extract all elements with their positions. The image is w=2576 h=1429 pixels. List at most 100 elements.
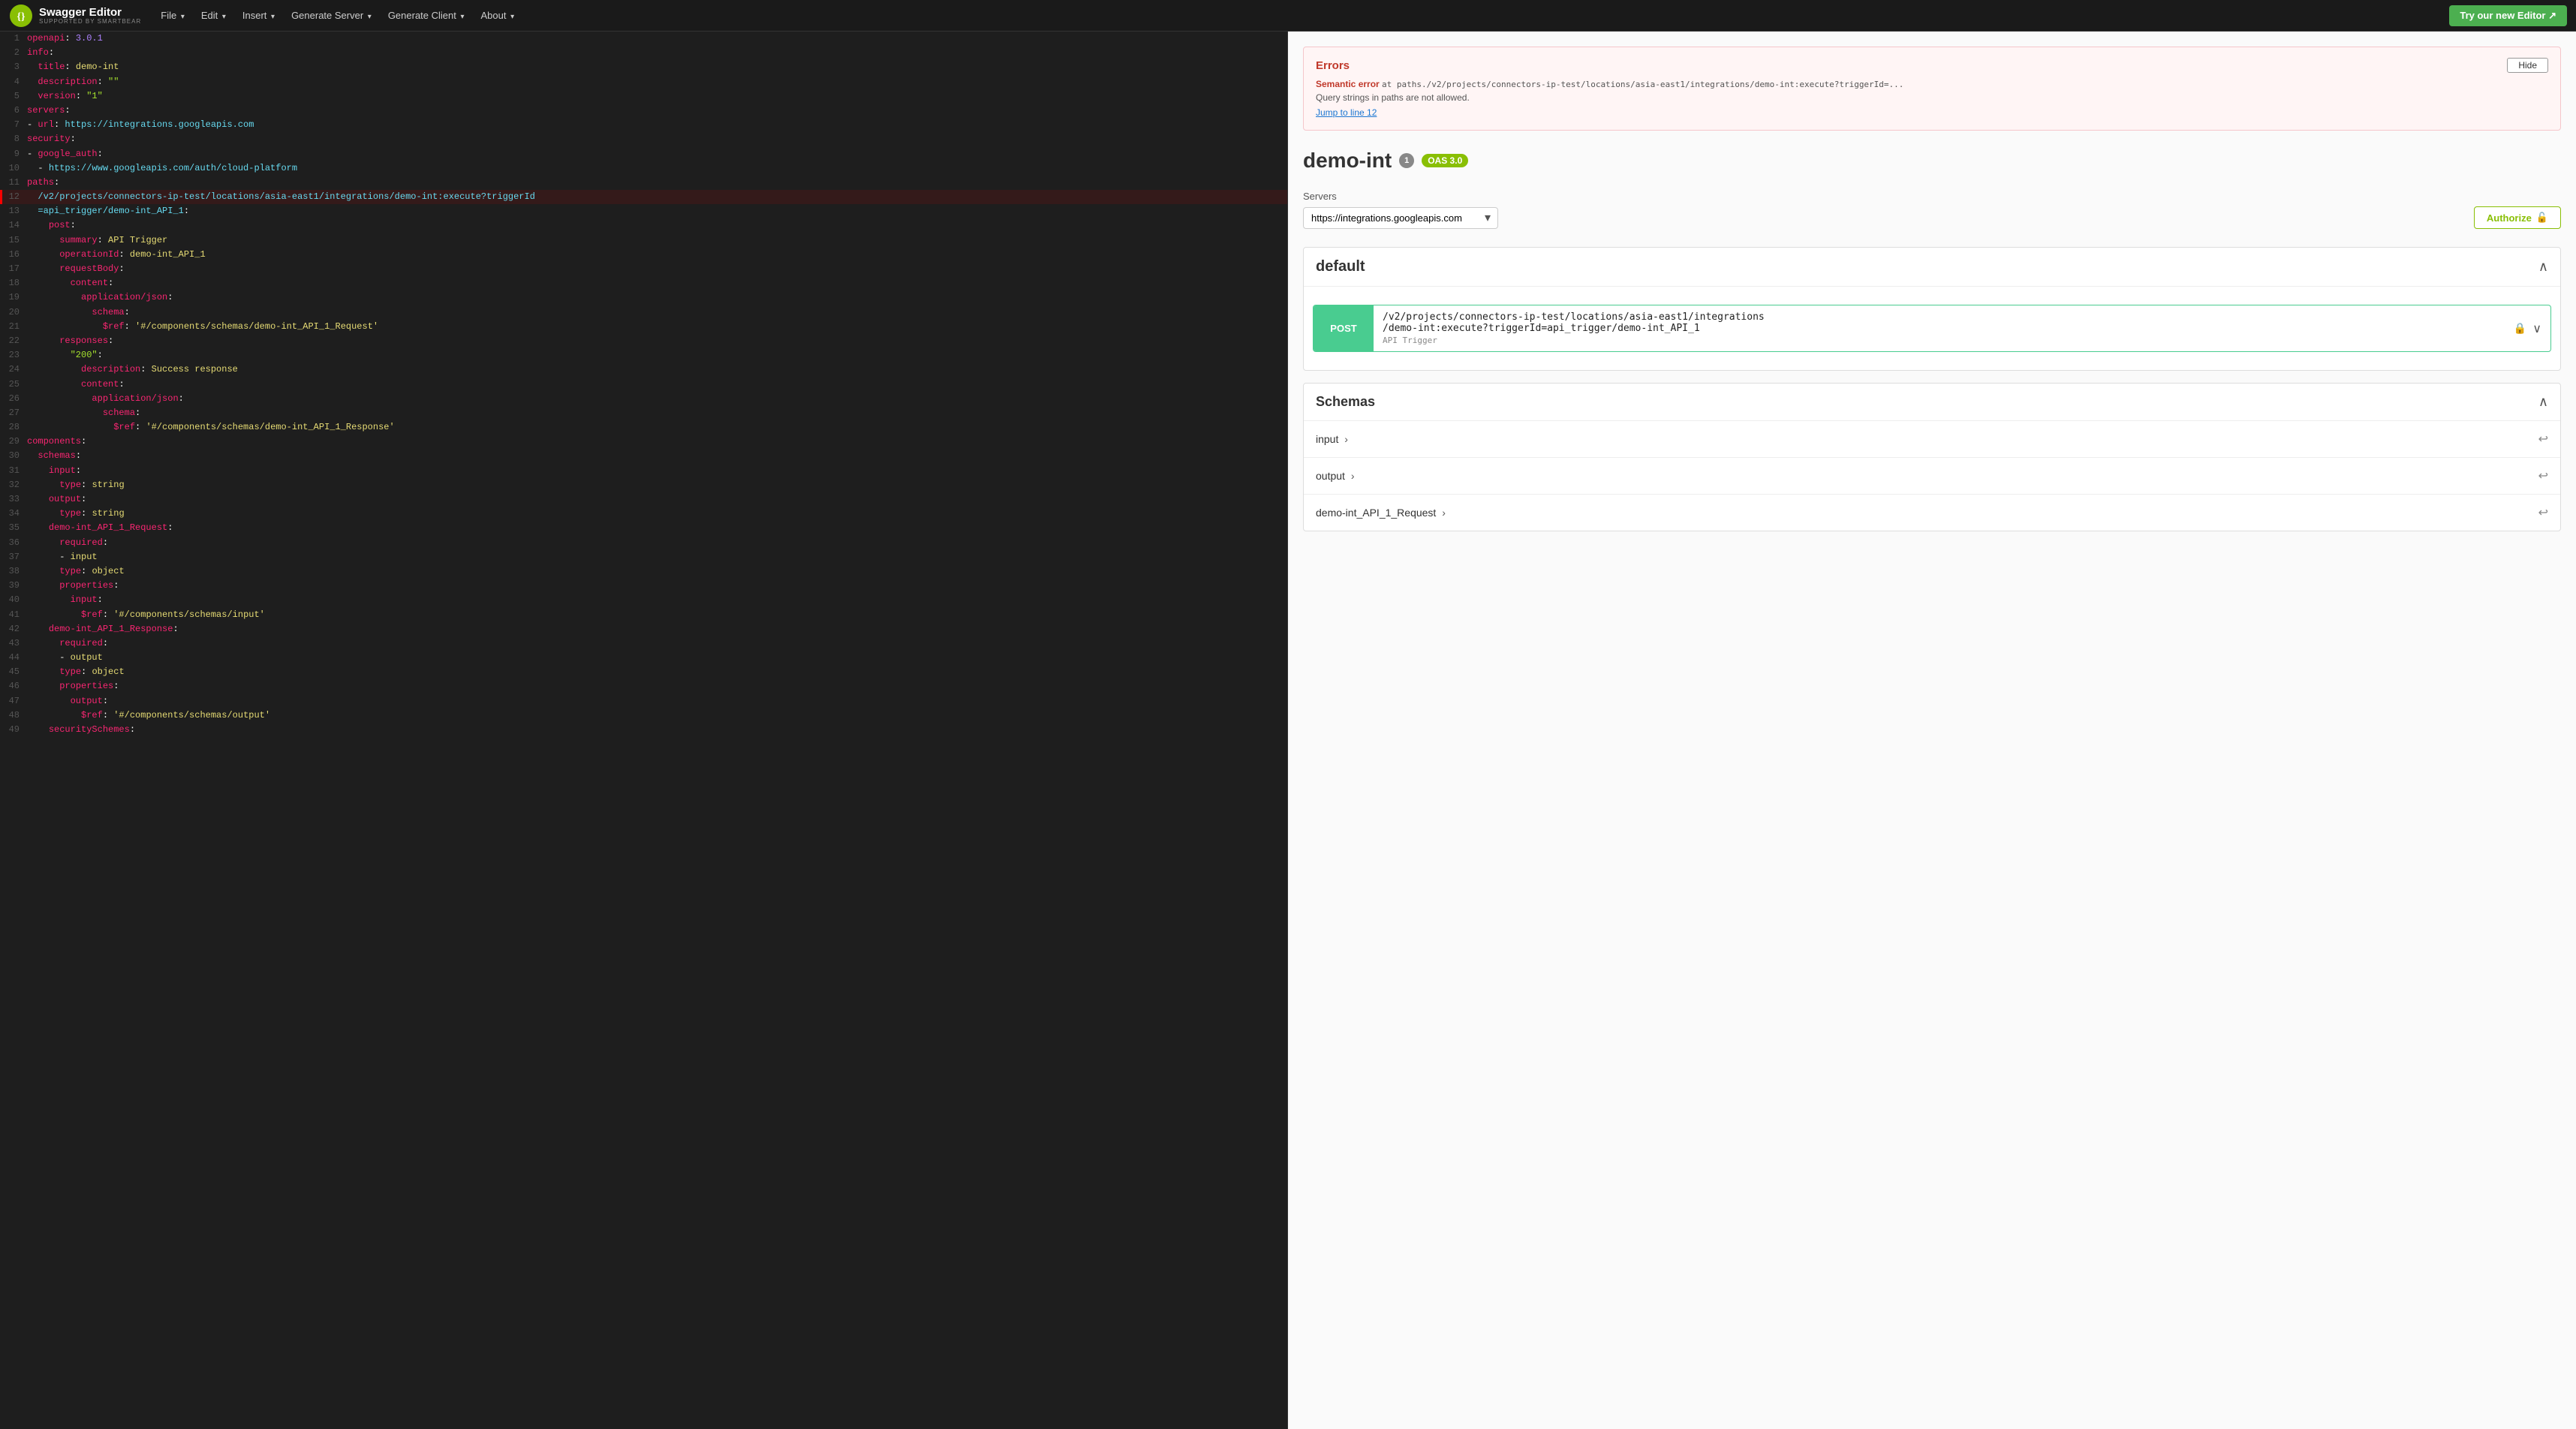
authorize-button[interactable]: Authorize 🔓 xyxy=(2474,206,2561,229)
endpoint-path: /v2/projects/connectors-ip-test/location… xyxy=(1374,305,2505,351)
schema-return-icon-3: ↩ xyxy=(2538,505,2548,520)
editor-line: 25 content: xyxy=(0,378,1287,392)
schema-item-request[interactable]: demo-int_API_1_Request › ↩ xyxy=(1304,495,2560,531)
schemas-header[interactable]: Schemas ∧ xyxy=(1304,384,2560,421)
editor-line: 27 schema: xyxy=(0,406,1287,420)
navbar: {} Swagger Editor SUPPORTED BY SMARTBEAR… xyxy=(0,0,2576,32)
hide-errors-button[interactable]: Hide xyxy=(2507,58,2548,73)
logo-main-text: Swagger Editor xyxy=(39,7,141,18)
editor-line: 16 operationId: demo-int_API_1 xyxy=(0,248,1287,262)
editor-line-error: 12 /v2/projects/connectors-ip-test/locat… xyxy=(0,190,1287,204)
editor-line: 2 info: xyxy=(0,46,1287,60)
preview-panel: Errors Hide Semantic error at paths./v2/… xyxy=(1288,32,2576,1429)
editor-line: 39 properties: xyxy=(0,579,1287,593)
nav-item-generate-server[interactable]: Generate Server ▾ xyxy=(284,7,379,24)
editor-line: 36 required: xyxy=(0,536,1287,550)
editor-content: 1 openapi: 3.0.1 2 info: 3 title: demo-i… xyxy=(0,32,1287,737)
editor-line: 3 title: demo-int xyxy=(0,60,1287,74)
try-editor-button[interactable]: Try our new Editor ↗ xyxy=(2449,5,2567,26)
servers-section: Servers https://integrations.googleapis.… xyxy=(1303,191,2561,229)
lock-icon: 🔓 xyxy=(2536,212,2548,224)
editor-line: 38 type: object xyxy=(0,564,1287,579)
jump-to-line-link[interactable]: Jump to line 12 xyxy=(1316,107,1377,118)
endpoint-right: 🔒 ∨ xyxy=(2505,305,2550,351)
editor-line: 33 output: xyxy=(0,492,1287,507)
nav-item-generate-client[interactable]: Generate Client ▾ xyxy=(381,7,472,24)
authorize-label: Authorize xyxy=(2487,212,2532,224)
editor-line: 44 - output xyxy=(0,651,1287,665)
api-title-row: demo-int 1 OAS 3.0 xyxy=(1303,149,2561,173)
editor-line: 9 - google_auth: xyxy=(0,147,1287,161)
editor-line: 19 application/json: xyxy=(0,290,1287,305)
schema-return-icon: ↩ xyxy=(2538,432,2548,447)
errors-heading: Errors xyxy=(1316,59,1350,72)
nav-item-edit[interactable]: Edit ▾ xyxy=(194,7,233,24)
badge-oas: OAS 3.0 xyxy=(1422,154,1468,167)
editor-line: 11 paths: xyxy=(0,176,1287,190)
editor-line: 10 - https://www.googleapis.com/auth/clo… xyxy=(0,161,1287,176)
editor-line: 32 type: string xyxy=(0,478,1287,492)
error-path: at paths./v2/projects/connectors-ip-test… xyxy=(1382,80,1903,89)
editor-line: 41 $ref: '#/components/schemas/input' xyxy=(0,608,1287,622)
editor-line: 40 input: xyxy=(0,593,1287,607)
editor-line: 14 post: xyxy=(0,218,1287,233)
editor-line: 42 demo-int_API_1_Response: xyxy=(0,622,1287,636)
server-select[interactable]: https://integrations.googleapis.com xyxy=(1303,207,1498,229)
editor-line: 17 requestBody: xyxy=(0,262,1287,276)
editor-line: 45 type: object xyxy=(0,665,1287,679)
editor-line: 23 "200": xyxy=(0,348,1287,363)
svg-text:{}: {} xyxy=(17,11,26,23)
editor-panel[interactable]: 1 openapi: 3.0.1 2 info: 3 title: demo-i… xyxy=(0,32,1288,1429)
endpoint-summary: API Trigger xyxy=(1383,335,2496,345)
error-title: Errors Hide xyxy=(1316,58,2548,73)
editor-line: 21 $ref: '#/components/schemas/demo-int_… xyxy=(0,320,1287,334)
editor-line: 1 openapi: 3.0.1 xyxy=(0,32,1287,46)
expand-icon[interactable]: ∨ xyxy=(2532,321,2541,336)
servers-row: https://integrations.googleapis.com Auth… xyxy=(1303,206,2561,229)
schemas-section: Schemas ∧ input › ↩ output › ↩ demo-int_… xyxy=(1303,383,2561,531)
editor-line: 20 schema: xyxy=(0,305,1287,320)
editor-line: 48 $ref: '#/components/schemas/output' xyxy=(0,708,1287,723)
main-layout: 1 openapi: 3.0.1 2 info: 3 title: demo-i… xyxy=(0,32,2576,1429)
semantic-error-label: Semantic error xyxy=(1316,79,1380,89)
editor-line: 7 - url: https://integrations.googleapis… xyxy=(0,118,1287,132)
endpoint-lock-icon: 🔒 xyxy=(2514,322,2526,335)
error-detail: Query strings in paths are not allowed. xyxy=(1316,92,2548,103)
server-select-wrapper[interactable]: https://integrations.googleapis.com xyxy=(1303,207,1498,229)
method-badge: POST xyxy=(1314,305,1374,351)
schemas-title: Schemas xyxy=(1316,394,1375,410)
badge-info: 1 xyxy=(1399,153,1414,168)
editor-line: 15 summary: API Trigger xyxy=(0,233,1287,248)
editor-line: 24 description: Success response xyxy=(0,363,1287,377)
editor-line: 31 input: xyxy=(0,464,1287,478)
editor-line: 29 components: xyxy=(0,435,1287,449)
default-section-body: POST /v2/projects/connectors-ip-test/loc… xyxy=(1304,287,2560,370)
schemas-chevron-up-icon: ∧ xyxy=(2538,394,2548,410)
editor-line: 35 demo-int_API_1_Request: xyxy=(0,521,1287,535)
nav-item-about[interactable]: About ▾ xyxy=(474,7,522,24)
swagger-logo-icon: {} xyxy=(9,4,33,28)
editor-line: 13 =api_trigger/demo-int_API_1: xyxy=(0,204,1287,218)
schema-return-icon-2: ↩ xyxy=(2538,468,2548,483)
editor-line: 30 schemas: xyxy=(0,449,1287,463)
endpoint-row[interactable]: POST /v2/projects/connectors-ip-test/loc… xyxy=(1313,305,2551,352)
chevron-up-icon: ∧ xyxy=(2538,259,2548,275)
editor-line: 28 $ref: '#/components/schemas/demo-int_… xyxy=(0,420,1287,435)
schema-name-input: input › xyxy=(1316,433,1348,445)
nav-item-insert[interactable]: Insert ▾ xyxy=(235,7,282,24)
nav-item-file[interactable]: File ▾ xyxy=(153,7,192,24)
schema-item-input[interactable]: input › ↩ xyxy=(1304,421,2560,458)
logo-sub-text: SUPPORTED BY SMARTBEAR xyxy=(39,18,141,25)
editor-line: 5 version: "1" xyxy=(0,89,1287,104)
editor-line: 8 security: xyxy=(0,132,1287,146)
editor-line: 37 - input xyxy=(0,550,1287,564)
editor-line: 34 type: string xyxy=(0,507,1287,521)
editor-line: 43 required: xyxy=(0,636,1287,651)
schema-item-output[interactable]: output › ↩ xyxy=(1304,458,2560,495)
editor-line: 18 content: xyxy=(0,276,1287,290)
endpoint-path-text: /v2/projects/connectors-ip-test/location… xyxy=(1383,311,2496,334)
editor-line: 22 responses: xyxy=(0,334,1287,348)
default-section: default ∧ POST /v2/projects/connectors-i… xyxy=(1303,247,2561,371)
default-section-header[interactable]: default ∧ xyxy=(1304,248,2560,287)
editor-line: 6 servers: xyxy=(0,104,1287,118)
